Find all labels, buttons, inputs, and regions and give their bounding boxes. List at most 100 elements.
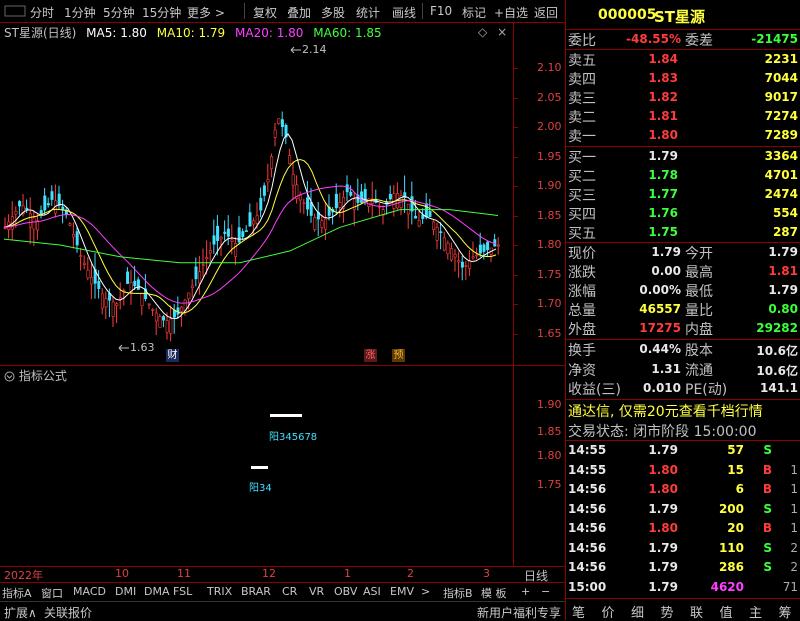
tool-biaoji[interactable]: 标记 <box>462 4 486 21</box>
indicator-tab[interactable]: − <box>541 585 550 598</box>
tab-1min[interactable]: 1分钟 <box>64 4 96 21</box>
tick-row[interactable]: 15:00 1.79 4620 71 <box>566 578 800 597</box>
candle-body <box>28 213 32 228</box>
candle-body <box>104 298 108 308</box>
indicator-tab[interactable]: 窗口 <box>41 585 63 601</box>
related-quote-button[interactable]: 关联报价 <box>44 604 92 621</box>
indicator-tab[interactable]: BRAR <box>241 585 271 598</box>
indicator-tab[interactable]: FSL <box>173 585 192 598</box>
tick-row[interactable]: 14:56 1.80 6 B 1 <box>566 480 800 499</box>
expand-button[interactable]: 扩展∧ <box>4 604 37 621</box>
ask-level-row[interactable]: 卖四 1.83 7044 <box>566 69 800 88</box>
quote-tab[interactable]: 值 <box>720 602 733 621</box>
tick-price: 1.80 <box>648 462 678 477</box>
logo-mark <box>4 4 26 21</box>
tick-direction: S <box>763 501 772 516</box>
indicator-tab[interactable]: TRIX <box>207 585 232 598</box>
tool-f10[interactable]: F10 <box>430 4 452 18</box>
indicator-tab[interactable]: + <box>521 585 530 598</box>
price-tick-mark <box>513 186 518 187</box>
tool-duogu[interactable]: 多股 <box>321 4 345 21</box>
bid-level-row[interactable]: 买五 1.75 287 <box>566 223 800 242</box>
price-tick-mark <box>513 97 518 99</box>
candle-body <box>288 155 292 165</box>
tick-row[interactable]: 14:56 1.80 20 B 1 <box>566 519 800 538</box>
tab-5min[interactable]: 5分钟 <box>103 4 135 21</box>
bid-level-row[interactable]: 买四 1.76 554 <box>566 204 800 223</box>
quote-tab[interactable]: 价 <box>602 602 615 621</box>
ask-level-row[interactable]: 卖三 1.82 9017 <box>566 88 800 107</box>
indicator-tab[interactable]: CR <box>282 585 297 598</box>
tick-volume: 15 <box>727 462 744 477</box>
tick-row[interactable]: 14:56 1.79 286 S 2 <box>566 558 800 577</box>
tool-diejia[interactable]: 叠加 <box>287 4 311 21</box>
tick-price: 1.79 <box>648 560 678 574</box>
tick-row[interactable]: 14:56 1.79 200 S 1 <box>566 500 800 519</box>
tool-tongji[interactable]: 统计 <box>356 4 380 21</box>
ask-level-row[interactable]: 卖五 1.84 2231 <box>566 50 800 69</box>
price-tick-mark <box>513 127 518 128</box>
price-tick-label: 2.10 <box>537 61 562 74</box>
promo-link[interactable]: 通达信, 仅需20元查看千档行情 <box>568 401 763 421</box>
candle-body <box>345 184 349 193</box>
tab-fenshi[interactable]: 分时 <box>30 4 54 21</box>
indicator-tab[interactable]: ASI <box>363 585 381 598</box>
indicator-tab[interactable]: DMI <box>115 585 136 598</box>
candle-body <box>14 211 18 215</box>
tick-row[interactable]: 14:55 1.80 15 B 1 <box>566 461 800 480</box>
stat-value: 1.31 <box>651 361 681 376</box>
quote-tab[interactable]: 筹 <box>779 602 792 621</box>
level-volume: 4701 <box>764 168 798 182</box>
candle-body <box>46 203 50 206</box>
candle-body <box>360 191 364 203</box>
quote-tab[interactable]: 细 <box>631 602 644 621</box>
indicator-tick-label: 1.80 <box>537 449 562 462</box>
indicator-tab[interactable]: 指标B <box>443 585 473 601</box>
bid-level-row[interactable]: 买二 1.78 4701 <box>566 166 800 185</box>
candle-body <box>86 269 90 279</box>
tick-volume: 286 <box>718 560 744 574</box>
indicator-tab[interactable]: MACD <box>73 585 106 598</box>
tick-row[interactable]: 14:55 1.79 57 S <box>566 441 800 460</box>
marker-yu[interactable]: 预 <box>392 349 405 362</box>
period-label[interactable]: 日线 <box>524 567 548 584</box>
month-12: 12 <box>262 567 276 580</box>
stat-label: 最低 <box>685 284 713 300</box>
stat-label: 最高 <box>685 265 713 281</box>
quote-tab[interactable]: 主 <box>749 602 762 621</box>
candle-body <box>349 191 353 196</box>
tick-count: 71 <box>782 579 798 594</box>
stock-code: 000005 <box>598 7 657 23</box>
stat-value: 141.1 <box>760 381 798 395</box>
quote-tab[interactable]: 势 <box>661 602 674 621</box>
quote-tab[interactable]: 笔 <box>572 602 585 621</box>
tab-more[interactable]: 更多 > <box>187 4 225 21</box>
ask-level-row[interactable]: 卖一 1.80 7289 <box>566 126 800 145</box>
quote-tab[interactable]: 联 <box>690 602 703 621</box>
tool-add-watchlist[interactable]: +自选 <box>494 4 528 21</box>
bid-level-row[interactable]: 买三 1.77 2474 <box>566 185 800 204</box>
marker-cai[interactable]: 财 <box>166 349 179 362</box>
tool-back[interactable]: 返回 <box>534 4 558 21</box>
level-volume: 7044 <box>764 71 798 85</box>
tool-fuquan[interactable]: 复权 <box>253 4 277 21</box>
marker-zhang[interactable]: 涨 <box>364 349 377 362</box>
indicator-tab[interactable]: 指标A <box>2 585 32 601</box>
indicator-tab[interactable]: 模 板 <box>481 585 507 601</box>
indicator-bar-2 <box>270 414 302 417</box>
level-label: 卖五 <box>568 53 596 69</box>
new-user-promo-link[interactable]: 新用户福利专享 <box>477 604 561 621</box>
tool-huaxian[interactable]: 画线 <box>392 4 416 21</box>
indicator-tab[interactable]: EMV <box>390 585 414 598</box>
tab-15min[interactable]: 15分钟 <box>142 4 181 21</box>
tick-row[interactable]: 14:56 1.79 110 S 2 <box>566 539 800 558</box>
level-label: 买二 <box>568 169 596 185</box>
stat-value: 0.44% <box>639 342 681 356</box>
indicator-tab[interactable]: OBV <box>334 585 357 598</box>
indicator-tab[interactable]: > <box>421 585 430 598</box>
bid-level-row[interactable]: 买一 1.79 3364 <box>566 147 800 166</box>
indicator-tab[interactable]: DMA <box>144 585 170 598</box>
ask-level-row[interactable]: 卖二 1.81 7274 <box>566 107 800 126</box>
indicator-tab[interactable]: VR <box>309 585 324 598</box>
stat-label: 总量 <box>568 303 596 319</box>
